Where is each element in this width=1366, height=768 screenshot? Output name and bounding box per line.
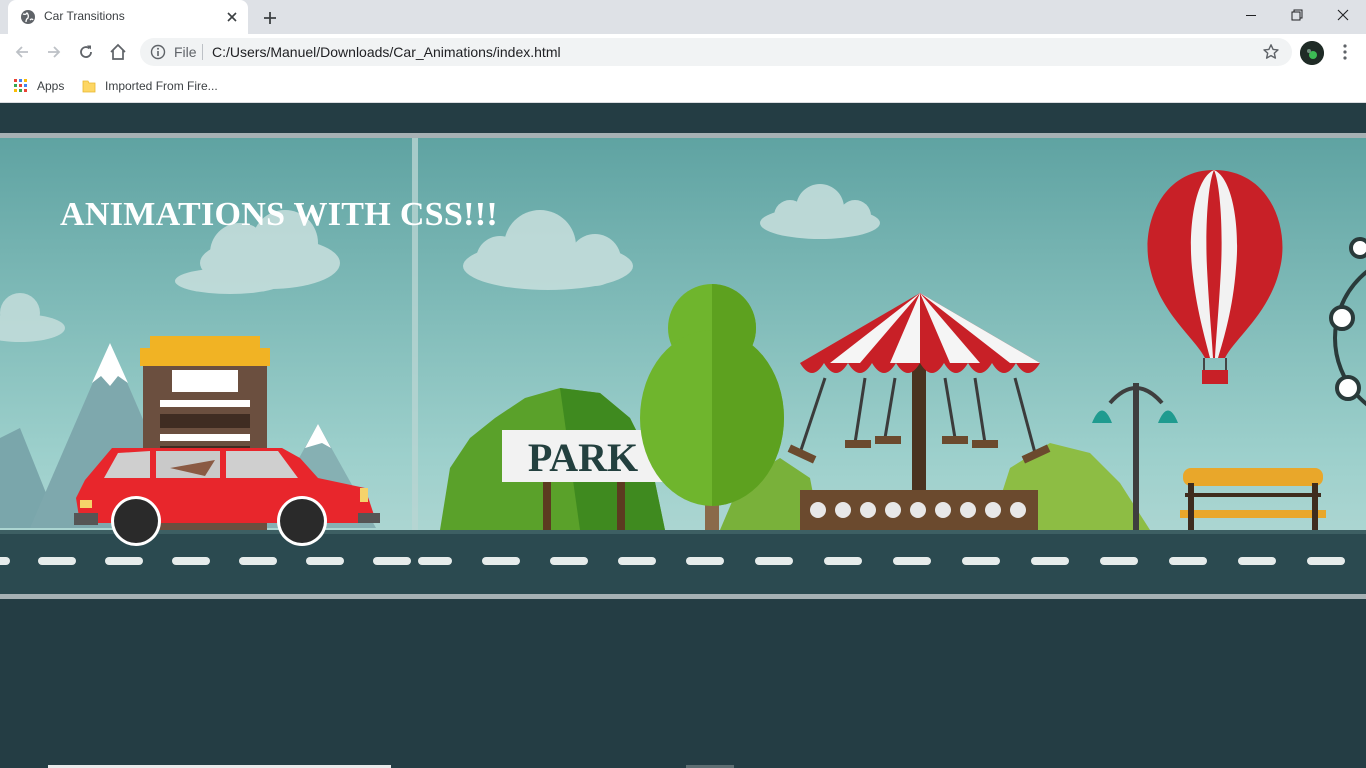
bookmarks-bar: Apps Imported From Fire... <box>0 70 1366 103</box>
ferris-wheel <box>1329 237 1366 407</box>
more-menu-icon[interactable] <box>1334 40 1356 64</box>
reload-icon[interactable] <box>72 38 100 66</box>
address-bar[interactable]: File C:/Users/Manuel/Downloads/Car_Anima… <box>140 38 1292 66</box>
hot-air-balloon <box>1147 170 1283 384</box>
new-tab-icon[interactable] <box>258 6 282 30</box>
park-sign-text: PARK <box>528 435 638 480</box>
info-icon[interactable] <box>150 44 166 60</box>
bookmark-label: Apps <box>37 79 65 93</box>
globe-icon <box>21 10 35 24</box>
folder-icon <box>82 80 96 93</box>
address-separator <box>202 44 203 60</box>
minimize-icon[interactable] <box>1228 0 1274 30</box>
bookmark-folder-imported[interactable]: Imported From Fire... <box>82 76 218 96</box>
park-bench <box>1180 468 1326 530</box>
home-icon[interactable] <box>104 38 132 66</box>
bookmark-label: Imported From Fire... <box>105 79 218 93</box>
profile-avatar[interactable] <box>1300 41 1324 65</box>
swing-carousel <box>787 293 1051 530</box>
page-title: ANIMATIONS WITH CSS!!! <box>60 196 498 233</box>
back-icon[interactable] <box>8 38 36 66</box>
close-window-icon[interactable] <box>1320 0 1366 30</box>
restore-icon[interactable] <box>1274 0 1320 30</box>
active-tab[interactable]: Car Transitions <box>8 0 248 34</box>
apps-grid-icon <box>14 79 27 92</box>
bookmark-star-icon[interactable] <box>1262 43 1280 61</box>
browser-toolbar: File C:/Users/Manuel/Downloads/Car_Anima… <box>0 34 1366 70</box>
page-viewport: PARK ANIMATIONS WITH CSS!!! <box>0 103 1366 768</box>
forward-icon[interactable] <box>40 38 68 66</box>
tab-strip: Car Transitions <box>0 0 1366 34</box>
url-text[interactable]: C:/Users/Manuel/Downloads/Car_Animations… <box>212 44 561 60</box>
close-tab-icon[interactable] <box>222 7 242 27</box>
bookmark-apps[interactable]: Apps <box>14 76 64 96</box>
scheme-label: File <box>174 44 197 60</box>
cloud-icon <box>0 293 65 342</box>
tab-title: Car Transitions <box>44 9 125 23</box>
cloud-icon <box>760 184 880 239</box>
city-park-banner: PARK ANIMATIONS WITH CSS!!! <box>0 133 1366 599</box>
